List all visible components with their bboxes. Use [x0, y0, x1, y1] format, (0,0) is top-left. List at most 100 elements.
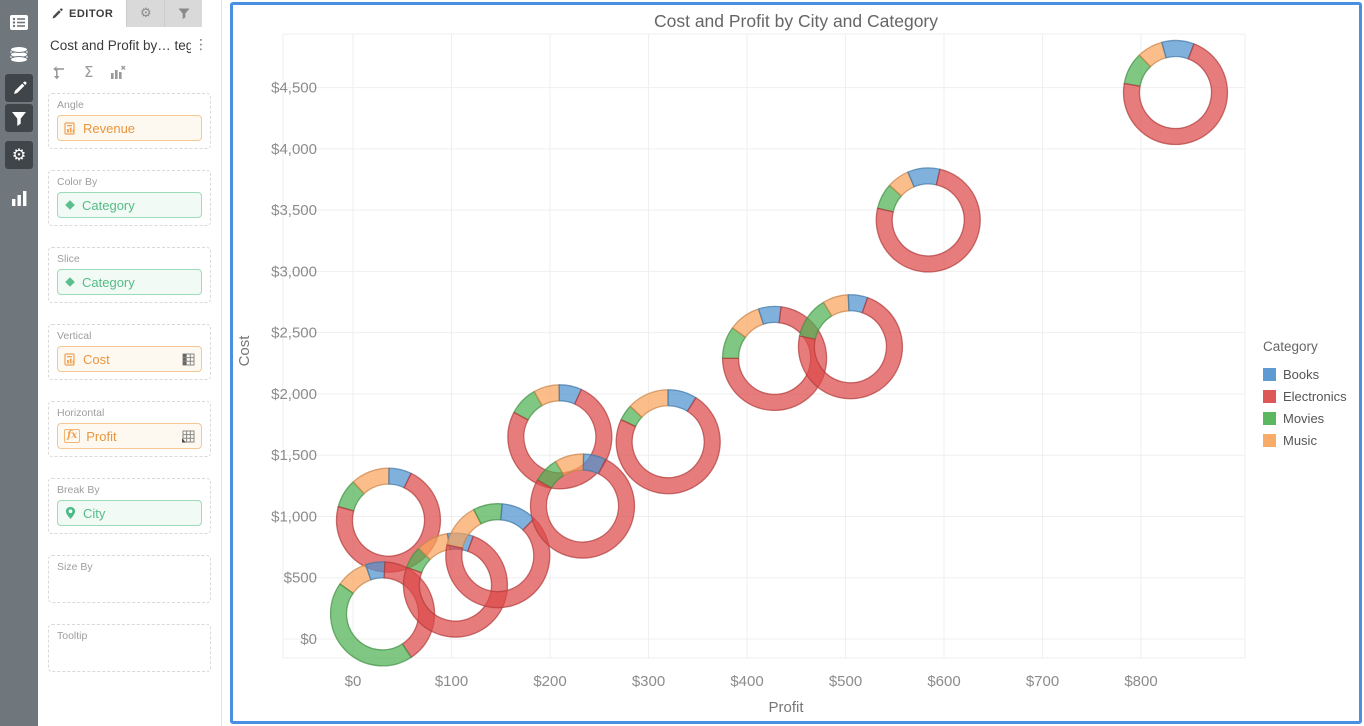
diamond-icon: [64, 199, 76, 211]
svg-text:$1,000: $1,000: [271, 508, 317, 525]
visualization-title-row: Cost and Profit by… tegory ⋮: [38, 27, 221, 59]
pivot-arrows-icon[interactable]: [51, 65, 67, 80]
field-groups: Angle Revenue Color By Category Slice: [38, 91, 221, 672]
svg-text:$4,500: $4,500: [271, 80, 317, 97]
y-axis-title: Cost: [236, 335, 253, 367]
svg-text:$0: $0: [300, 631, 317, 648]
svg-text:$800: $800: [1124, 673, 1157, 690]
editor-tabs: EDITOR ⚙: [38, 0, 221, 27]
svg-text:$300: $300: [632, 673, 665, 690]
legend-label: Books: [1283, 367, 1320, 382]
chart-remove-icon[interactable]: [110, 65, 126, 80]
field-group-angle: Angle Revenue: [48, 93, 211, 149]
field-label: Angle: [57, 99, 202, 111]
fx-icon: fx: [64, 429, 80, 443]
field-group-vertical: Vertical Cost: [48, 324, 211, 380]
pencil-icon: [51, 8, 63, 20]
visualization-title: Cost and Profit by… tegory: [50, 38, 191, 53]
chart-panel: $0 $100 $200 $300 $400 $500 $600 $700 $800 $0 $500…: [230, 2, 1362, 724]
donut-slice-books[interactable]: [908, 168, 940, 187]
field-value: Category: [82, 198, 135, 213]
field-group-horizontal: Horizontal fx Profit: [48, 401, 211, 457]
svg-text:$500: $500: [829, 673, 862, 690]
legend-label: Electronics: [1283, 389, 1347, 404]
tab-editor[interactable]: EDITOR: [38, 0, 126, 27]
pencil-icon[interactable]: [5, 74, 33, 102]
legend-swatch: [1263, 412, 1276, 425]
field-pill-category[interactable]: Category: [57, 269, 202, 295]
legend-swatch: [1263, 434, 1276, 447]
tab-editor-label: EDITOR: [69, 8, 113, 20]
pin-icon: [64, 506, 77, 520]
donut-marker[interactable]: [531, 454, 635, 558]
field-group-break-by: Break By City: [48, 478, 211, 534]
svg-text:$100: $100: [435, 673, 468, 690]
chart-title: Cost and Profit by City and Category: [654, 11, 938, 31]
legend-item-music[interactable]: [1263, 434, 1276, 447]
field-pill-profit[interactable]: fx Profit: [57, 423, 202, 449]
sigma-icon[interactable]: Σ: [84, 63, 93, 81]
app-window: ⚙ EDITOR ⚙ C: [0, 0, 1364, 726]
svg-text:$2,500: $2,500: [271, 325, 317, 342]
left-icon-rail: ⚙: [0, 0, 38, 726]
field-group-color-by: Color By Category: [48, 170, 211, 226]
gridlines: [283, 34, 1245, 658]
measure-icon: [64, 122, 77, 135]
donut-marker[interactable]: [876, 168, 980, 272]
field-value: Revenue: [83, 121, 135, 136]
svg-text:$2,000: $2,000: [271, 386, 317, 403]
svg-text:$4,000: $4,000: [271, 141, 317, 158]
datasources-icon[interactable]: [5, 41, 33, 69]
donut-points: [331, 41, 1228, 666]
field-pill-cost[interactable]: Cost: [57, 346, 202, 372]
legend-swatch: [1263, 390, 1276, 403]
field-label: Tooltip: [57, 630, 202, 642]
field-pill-revenue[interactable]: Revenue: [57, 115, 202, 141]
svg-text:$600: $600: [927, 673, 960, 690]
editor-panel: EDITOR ⚙ Cost and Profit by… tegory ⋮: [38, 0, 222, 726]
legend-item-books[interactable]: [1263, 368, 1276, 381]
svg-text:$500: $500: [284, 570, 317, 587]
measure-icon: [64, 353, 77, 366]
field-value: Cost: [83, 352, 110, 367]
legend-title: Category: [1263, 339, 1318, 354]
kebab-menu-icon[interactable]: ⋮: [191, 37, 211, 53]
tab-filters[interactable]: [164, 0, 202, 27]
table-icon[interactable]: [182, 353, 195, 366]
tab-settings[interactable]: ⚙: [126, 0, 164, 27]
filter-icon: [178, 8, 190, 19]
gear-icon[interactable]: ⚙: [5, 141, 33, 169]
x-axis-title: Profit: [768, 699, 804, 716]
svg-text:$0: $0: [345, 673, 362, 690]
table-arrow-icon[interactable]: [181, 430, 195, 443]
field-pill-city[interactable]: City: [57, 500, 202, 526]
donut-marker[interactable]: [798, 295, 902, 399]
field-label: Break By: [57, 484, 202, 496]
donut-marker[interactable]: [616, 390, 720, 494]
filter-icon[interactable]: [5, 104, 33, 132]
svg-text:$200: $200: [533, 673, 566, 690]
legend: [1263, 368, 1276, 447]
diamond-icon: [64, 276, 76, 288]
donut-marker[interactable]: [1123, 41, 1227, 145]
list-icon[interactable]: [5, 8, 33, 36]
field-value: City: [83, 506, 105, 521]
field-label: Vertical: [57, 330, 202, 342]
svg-text:$700: $700: [1026, 673, 1059, 690]
charts-icon[interactable]: [5, 184, 33, 212]
field-group-slice: Slice Category: [48, 247, 211, 303]
field-label: Color By: [57, 176, 202, 188]
field-group-size-by[interactable]: Size By: [48, 555, 211, 603]
field-group-tooltip[interactable]: Tooltip: [48, 624, 211, 672]
legend-label: Movies: [1283, 411, 1325, 426]
donut-slice-movies[interactable]: [331, 584, 412, 666]
field-pill-category[interactable]: Category: [57, 192, 202, 218]
gear-icon: ⚙: [140, 7, 152, 20]
chart-canvas[interactable]: $0 $100 $200 $300 $400 $500 $600 $700 $800 $0 $500…: [233, 5, 1359, 721]
field-label: Size By: [57, 561, 202, 573]
legend-swatch: [1263, 368, 1276, 381]
legend-item-electronics[interactable]: [1263, 390, 1276, 403]
svg-text:$3,500: $3,500: [271, 202, 317, 219]
legend-item-movies[interactable]: [1263, 412, 1276, 425]
svg-text:$400: $400: [730, 673, 763, 690]
